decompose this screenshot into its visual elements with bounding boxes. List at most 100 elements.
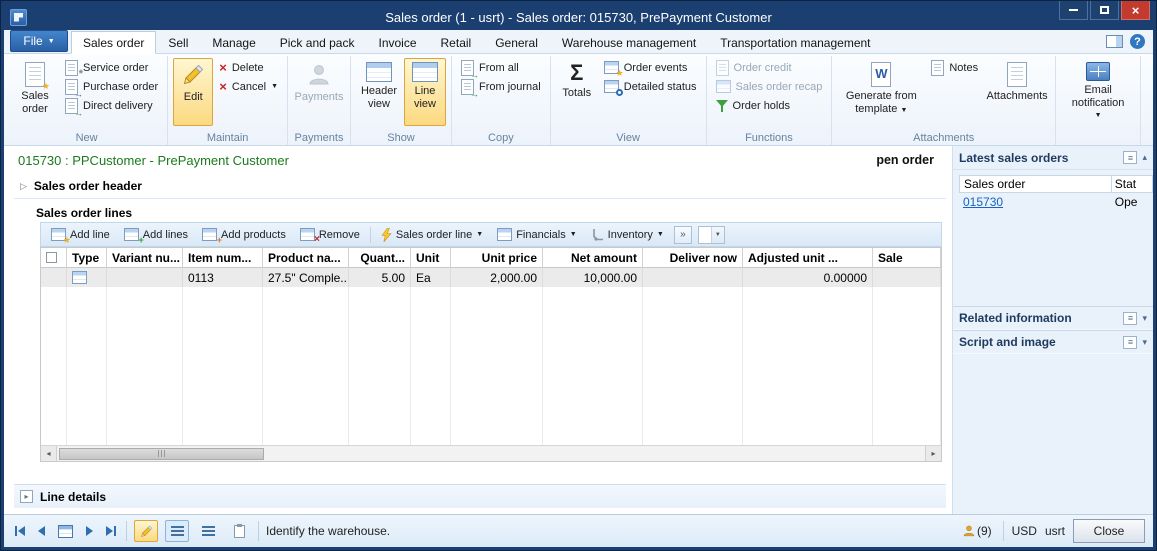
notes-button[interactable]: Notes [927,58,982,77]
maximize-button[interactable] [1090,1,1119,20]
add-lines-button[interactable]: + Add lines [118,226,194,243]
title-bar[interactable]: Sales order (1 - usrt) - Sales order: 01… [4,4,1153,30]
tab-general[interactable]: General [483,31,550,54]
previous-record-button[interactable] [35,524,48,538]
grid-view-toggle[interactable] [165,520,189,542]
details-view-toggle[interactable] [196,520,220,542]
scrollbar-thumb[interactable] [59,448,264,460]
sales-order-link[interactable]: 015730 [963,195,1003,209]
cancel-button[interactable]: × Cancel ▼ [215,77,282,96]
order-events-button[interactable]: ★ Order events [600,58,692,77]
tab-warehouse-management[interactable]: Warehouse management [550,31,708,54]
detailed-status-button[interactable]: Detailed status [600,77,701,96]
direct-delivery-button[interactable]: → Direct delivery [61,96,157,115]
col-sale[interactable]: Sale [873,248,941,268]
sales-order-line-menu-button[interactable]: Sales order line ▼ [375,226,489,244]
generate-from-template-button[interactable]: W Generate from template ▼ [837,58,925,126]
tab-pick-and-pack[interactable]: Pick and pack [268,31,367,54]
col-unit[interactable]: Unit [411,248,451,268]
factbox-menu-icon[interactable]: ≡ [1123,312,1137,325]
financials-menu-button[interactable]: Financials ▼ [491,226,582,243]
expand-icon[interactable]: ▾ [1142,337,1147,348]
tab-retail[interactable]: Retail [429,31,484,54]
remove-button[interactable]: × Remove [294,226,366,243]
col-type[interactable]: Type [67,248,107,268]
latest-sales-orders-header[interactable]: Latest sales orders ≡ ▴ [953,146,1153,170]
factbox-menu-icon[interactable]: ≡ [1123,151,1137,164]
minimize-button[interactable] [1059,1,1088,20]
col-item-number[interactable]: Item num... [183,248,263,268]
next-record-button[interactable] [83,524,96,538]
first-record-button[interactable] [12,524,28,538]
row-product-name-cell[interactable]: 27.5" Comple... [263,268,349,287]
close-window-button[interactable]: × [1121,1,1150,20]
file-menu-button[interactable]: File ▼ [10,30,68,52]
col-adjusted-unit[interactable]: Adjusted unit ... [743,248,873,268]
col-unit-price[interactable]: Unit price [451,248,543,268]
script-and-image-header[interactable]: Script and image ≡ ▾ [953,330,1153,354]
add-line-button[interactable]: ★ Add line [45,226,116,243]
col-deliver-now[interactable]: Deliver now [643,248,743,268]
scroll-right-arrow[interactable]: ▸ [925,446,941,461]
related-information-header[interactable]: Related information ≡ ▾ [953,306,1153,330]
user-indicator[interactable]: usrt [1045,524,1065,538]
toolbar-combo-box[interactable]: ▼ [698,226,725,244]
row-select-cell[interactable] [41,268,67,287]
email-notification-button[interactable]: Email notification ▼ [1061,58,1135,126]
select-all-checkbox[interactable] [46,252,57,263]
attachments-button[interactable]: Attachments [984,58,1050,126]
combo-caret-icon[interactable]: ▼ [711,227,724,243]
horizontal-scrollbar[interactable]: ◂ ▸ [41,445,941,461]
row-sale-cell[interactable] [873,268,941,287]
sales-order-header-section[interactable]: ▷ Sales order header [14,174,946,199]
col-quantity[interactable]: Quant... [349,248,411,268]
toolbar-overflow-button[interactable]: » [674,226,692,244]
expand-box-icon[interactable]: ▸ [20,490,33,503]
header-view-button[interactable]: Header view [356,58,402,126]
delete-button[interactable]: × Delete [215,58,267,77]
row-adjusted-unit-cell[interactable]: 0.00000 [743,268,873,287]
tab-sales-order[interactable]: Sales order [71,31,156,54]
tab-invoice[interactable]: Invoice [366,31,428,54]
row-deliver-now-cell[interactable] [643,268,743,287]
clipboard-button[interactable] [227,520,251,542]
row-item-number-cell[interactable]: 0113 [183,268,263,287]
row-type-cell[interactable] [67,268,107,287]
row-net-amount-cell[interactable]: 10,000.00 [543,268,643,287]
add-products-button[interactable]: + Add products [196,226,292,243]
grid-view-button[interactable] [55,523,76,540]
inventory-menu-button[interactable]: Inventory ▼ [585,226,670,243]
edit-button[interactable]: Edit [173,58,213,126]
line-details-section[interactable]: ▸ Line details [14,484,946,508]
totals-button[interactable]: Σ Totals [556,58,598,126]
expand-right-icon[interactable]: ▷ [20,181,27,192]
tab-transportation-management[interactable]: Transportation management [708,31,882,54]
col-product-name[interactable]: Product na... [263,248,349,268]
notifications-button[interactable]: (9) [959,522,995,540]
expand-icon[interactable]: ▾ [1142,313,1147,324]
close-button[interactable]: Close [1073,519,1145,543]
row-quantity-cell[interactable]: 5.00 [349,268,411,287]
help-icon[interactable]: ? [1130,34,1145,49]
factbox-menu-icon[interactable]: ≡ [1123,336,1137,349]
tab-manage[interactable]: Manage [200,31,267,54]
scroll-left-arrow[interactable]: ◂ [41,446,57,461]
order-holds-button[interactable]: Order holds [712,96,794,115]
last-record-button[interactable] [103,524,119,538]
currency-indicator[interactable]: USD [1012,524,1037,538]
collapse-icon[interactable]: ▴ [1142,152,1147,163]
table-row[interactable]: 0113 27.5" Comple... 5.00 Ea 2,000.00 10… [41,268,941,287]
layout-toggle-icon[interactable] [1106,35,1123,48]
tab-sell[interactable]: Sell [156,31,200,54]
row-variant-cell[interactable] [107,268,183,287]
new-sales-order-button[interactable]: ★ Sales order [11,58,59,126]
col-net-amount[interactable]: Net amount [543,248,643,268]
from-all-button[interactable]: → From all [457,58,523,77]
row-unit-price-cell[interactable]: 2,000.00 [451,268,543,287]
col-variant-number[interactable]: Variant nu... [107,248,183,268]
row-unit-cell[interactable]: Ea [411,268,451,287]
line-view-button[interactable]: Line view [404,58,446,126]
select-all-cell[interactable] [41,248,67,268]
from-journal-button[interactable]: → From journal [457,77,545,96]
edit-mode-toggle[interactable] [134,520,158,542]
